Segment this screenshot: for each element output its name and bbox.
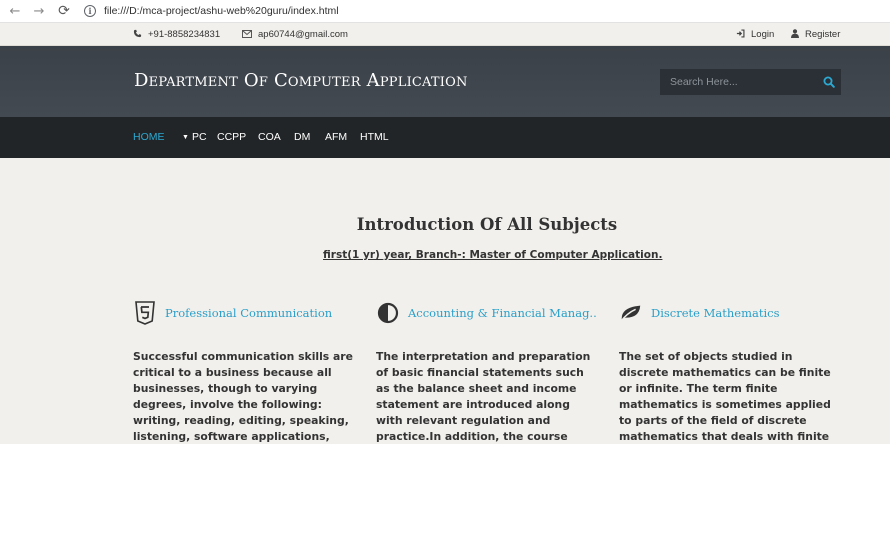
browser-address-bar: ← → ⟳ i file:///D:/mca-project/ashu-web%… — [0, 0, 890, 23]
phone-icon — [133, 29, 142, 40]
top-contact-bar: +91-8858234831 ap60744@gmail.com Login R… — [0, 23, 890, 46]
nav-afm[interactable]: AFM — [325, 117, 347, 158]
register-label[interactable]: Register — [805, 29, 840, 40]
nav-html[interactable]: HTML — [360, 117, 389, 158]
site-header: Department Of Computer Application — [0, 46, 890, 117]
subject-description: The set of objects studied in discrete m… — [619, 350, 831, 443]
search-input[interactable] — [660, 69, 817, 95]
url-text[interactable]: file:///D:/mca-project/ashu-web%20guru/i… — [104, 5, 339, 17]
nav-pc-dropdown[interactable]: ▼ PC — [182, 117, 207, 158]
login-link[interactable]: Login — [736, 23, 774, 46]
intro-title: Introduction Of All Subjects — [356, 215, 618, 234]
register-link[interactable]: Register — [791, 23, 840, 46]
intro-subtitle[interactable]: first(1 yr) year, Branch-: Master of Com… — [323, 249, 662, 261]
subject-description: The interpretation and preparation of ba… — [376, 350, 591, 443]
nav-dm[interactable]: DM — [294, 117, 310, 158]
nav-coa[interactable]: COA — [258, 117, 281, 158]
site-title[interactable]: Department Of Computer Application — [134, 70, 468, 91]
subject-card-dm: Discrete Mathematics The set of objects … — [619, 298, 841, 444]
caret-down-icon: ▼ — [182, 134, 189, 141]
sign-in-icon — [736, 29, 745, 40]
search-icon — [823, 76, 835, 88]
nav-ccpp[interactable]: CCPP — [217, 117, 246, 158]
back-arrow-icon[interactable]: ← — [5, 1, 25, 21]
envelope-icon — [242, 29, 252, 40]
phone-number: +91-8858234831 — [148, 29, 221, 40]
subject-header: Professional Communication — [133, 298, 355, 328]
email-address[interactable]: ap60744@gmail.com — [258, 29, 348, 40]
html5-icon — [133, 301, 157, 325]
reload-icon[interactable]: ⟳ — [54, 1, 74, 21]
adjust-icon — [376, 301, 400, 325]
search-box — [660, 69, 841, 95]
subject-card-pc: Professional Communication Successful co… — [133, 298, 355, 444]
subject-description: Successful communication skills are crit… — [133, 350, 353, 443]
login-label[interactable]: Login — [751, 29, 774, 40]
subject-card-afm: Accounting & Financial Manag.. The inter… — [376, 298, 598, 444]
subject-title[interactable]: Professional Communication — [165, 306, 332, 320]
leaf-icon — [619, 301, 643, 325]
main-content: Introduction Of All Subjects first(1 yr)… — [0, 158, 890, 444]
subject-header: Accounting & Financial Manag.. — [376, 298, 598, 328]
email-contact: ap60744@gmail.com — [242, 23, 348, 46]
info-icon[interactable]: i — [84, 5, 96, 17]
subject-title[interactable]: Discrete Mathematics — [651, 306, 780, 320]
user-icon — [791, 29, 799, 40]
subject-header: Discrete Mathematics — [619, 298, 841, 328]
url-field[interactable]: i file:///D:/mca-project/ashu-web%20guru… — [84, 2, 339, 21]
nav-pc-label[interactable]: PC — [192, 131, 207, 143]
phone-contact: +91-8858234831 — [133, 23, 220, 46]
search-button[interactable] — [817, 69, 841, 95]
forward-arrow-icon[interactable]: → — [29, 1, 49, 21]
nav-home[interactable]: HOME — [133, 117, 165, 158]
main-nav: HOME ▼ PC CCPP COA DM AFM HTML — [0, 117, 890, 158]
subject-title[interactable]: Accounting & Financial Manag.. — [408, 306, 597, 320]
